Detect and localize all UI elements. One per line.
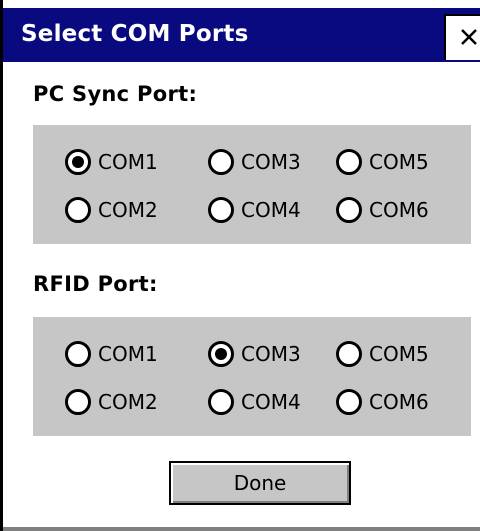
select-com-ports-dialog: Select COM Ports PC Sync Port: COM1 COM3…	[0, 0, 480, 531]
close-button[interactable]	[444, 14, 480, 60]
radio-label: COM1	[98, 342, 158, 366]
pc-sync-port-group: COM1 COM3 COM5 COM2 COM4 COM6	[33, 125, 471, 244]
rfid-port-group: COM1 COM3 COM5 COM2 COM4 COM6	[33, 317, 471, 436]
pc-sync-radio-com4[interactable]: COM4	[208, 193, 301, 227]
radio-unchecked-icon	[336, 197, 362, 223]
pc-sync-radio-com5[interactable]: COM5	[336, 145, 429, 179]
radio-unchecked-icon	[208, 149, 234, 175]
radio-unchecked-icon	[336, 341, 362, 367]
rfid-radio-com2[interactable]: COM2	[65, 385, 158, 419]
radio-label: COM5	[369, 150, 429, 174]
rfid-radio-com5[interactable]: COM5	[336, 337, 429, 371]
pc-sync-radio-com6[interactable]: COM6	[336, 193, 429, 227]
radio-unchecked-icon	[65, 389, 91, 415]
radio-checked-icon	[208, 341, 234, 367]
rfid-radio-com3[interactable]: COM3	[208, 337, 301, 371]
window-title: Select COM Ports	[21, 21, 249, 47]
radio-label: COM5	[369, 342, 429, 366]
pc-sync-radio-com2[interactable]: COM2	[65, 193, 158, 227]
radio-unchecked-icon	[65, 197, 91, 223]
pc-sync-radio-com1[interactable]: COM1	[65, 145, 158, 179]
title-bar: Select COM Ports	[3, 8, 480, 62]
radio-label: COM4	[241, 390, 301, 414]
bottom-divider	[3, 527, 480, 531]
radio-checked-icon	[65, 149, 91, 175]
radio-unchecked-icon	[65, 341, 91, 367]
rfid-radio-com4[interactable]: COM4	[208, 385, 301, 419]
radio-unchecked-icon	[208, 197, 234, 223]
radio-label: COM3	[241, 150, 301, 174]
radio-label: COM6	[369, 390, 429, 414]
radio-label: COM2	[98, 390, 158, 414]
radio-label: COM3	[241, 342, 301, 366]
rfid-radio-com6[interactable]: COM6	[336, 385, 429, 419]
rfid-radio-com1[interactable]: COM1	[65, 337, 158, 371]
done-button[interactable]: Done	[169, 461, 351, 505]
radio-unchecked-icon	[336, 389, 362, 415]
radio-label: COM2	[98, 198, 158, 222]
radio-label: COM1	[98, 150, 158, 174]
rfid-port-label: RFID Port:	[33, 272, 158, 296]
radio-label: COM6	[369, 198, 429, 222]
radio-unchecked-icon	[336, 149, 362, 175]
pc-sync-radio-com3[interactable]: COM3	[208, 145, 301, 179]
pc-sync-port-label: PC Sync Port:	[33, 82, 198, 106]
radio-unchecked-icon	[208, 389, 234, 415]
close-icon	[461, 29, 477, 45]
radio-label: COM4	[241, 198, 301, 222]
